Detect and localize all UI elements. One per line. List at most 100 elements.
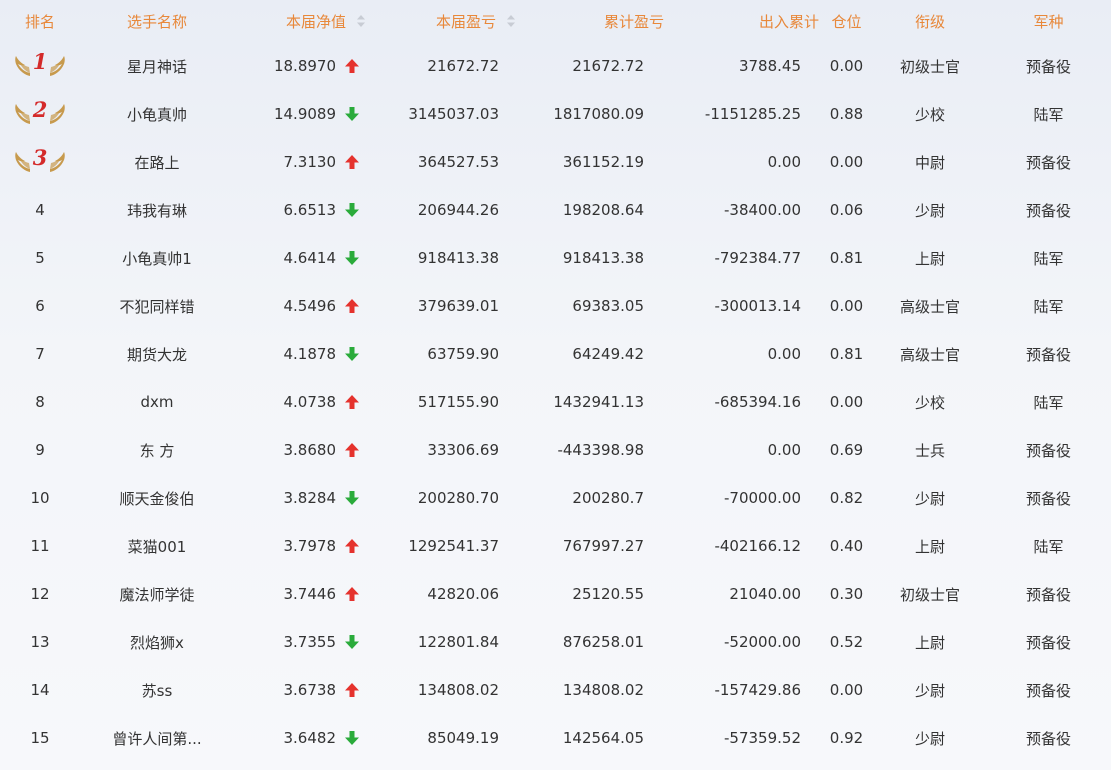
army-value: 预备役: [1025, 729, 1071, 748]
col-header-pnl[interactable]: 本届盈亏: [366, 0, 516, 42]
player-name[interactable]: 顺天金俊伯: [80, 474, 234, 522]
pnl-value: 85049.19: [427, 729, 499, 747]
sort-pnl-button[interactable]: 本届盈亏: [436, 11, 516, 32]
arrow-down-icon: [344, 346, 360, 362]
cum-value: 767997.27: [562, 537, 644, 555]
player-name[interactable]: 魔法师学徒: [80, 570, 234, 618]
arrow-up-icon: [344, 538, 360, 554]
table-row[interactable]: 3 在路上 7.3130 364527.53 361152.19 0.00 0.…: [0, 138, 1111, 186]
table-row[interactable]: 14 苏ss 3.6738 134808.02 134808.02 -15742…: [0, 666, 1111, 714]
flow-value: -402166.12: [714, 537, 801, 555]
rank-cell: 12: [0, 570, 80, 618]
rank-number: 3: [32, 145, 48, 170]
col-header-pos: 仓位: [831, 12, 862, 31]
cum-value: 198208.64: [562, 201, 644, 219]
arrow-up-icon: [344, 58, 360, 74]
flow-value: -792384.77: [714, 249, 801, 267]
cum-value: 25120.55: [572, 585, 644, 603]
rank-cell: 10: [0, 474, 80, 522]
pos-value: 0.81: [829, 345, 864, 363]
grade-value: 上尉: [914, 633, 945, 652]
army-value: 陆军: [1033, 537, 1064, 556]
nav-value: 4.6414: [283, 249, 337, 267]
pnl-value: 134808.02: [417, 681, 499, 699]
player-name[interactable]: dxm: [80, 378, 234, 426]
rank-cell: 5: [0, 234, 80, 282]
rank-number: 2: [32, 97, 48, 122]
table-body: 1 星月神话 18.8970 21672.72 21672.72 3788.45…: [0, 42, 1111, 762]
pos-value: 0.00: [829, 681, 864, 699]
nav-value: 14.9089: [273, 105, 336, 123]
sort-icon: [356, 15, 366, 27]
rank-number: 7: [35, 345, 45, 363]
pnl-value: 1292541.37: [408, 537, 499, 555]
pnl-value: 63759.90: [427, 345, 499, 363]
nav-value: 3.7446: [283, 585, 337, 603]
nav-cell: 3.6482: [234, 714, 366, 762]
pnl-value: 3145037.03: [408, 105, 499, 123]
table-row[interactable]: 10 顺天金俊伯 3.8284 200280.70 200280.7 -7000…: [0, 474, 1111, 522]
army-value: 预备役: [1025, 201, 1071, 220]
nav-cell: 7.3130: [234, 138, 366, 186]
table-row[interactable]: 13 烈焰狮x 3.7355 122801.84 876258.01 -5200…: [0, 618, 1111, 666]
grade-value: 少尉: [914, 681, 945, 700]
pos-value: 0.00: [829, 393, 864, 411]
player-name[interactable]: 星月神话: [80, 42, 234, 90]
rank-cell: 1: [0, 42, 80, 90]
grade-value: 高级士官: [899, 297, 960, 316]
arrow-up-icon: [344, 154, 360, 170]
player-name[interactable]: 玮我有琳: [80, 186, 234, 234]
player-name[interactable]: 烈焰狮x: [80, 618, 234, 666]
pos-value: 0.00: [829, 153, 864, 171]
player-name[interactable]: 小龟真帅1: [80, 234, 234, 282]
player-name[interactable]: 不犯同样错: [80, 282, 234, 330]
nav-value: 6.6513: [283, 201, 337, 219]
table-row[interactable]: 2 小龟真帅 14.9089 3145037.03 1817080.09 -11…: [0, 90, 1111, 138]
nav-value: 4.5496: [283, 297, 337, 315]
player-name[interactable]: 在路上: [80, 138, 234, 186]
flow-value: 0.00: [767, 345, 801, 363]
rank-cell: 11: [0, 522, 80, 570]
table-row[interactable]: 12 魔法师学徒 3.7446 42820.06 25120.55 21040.…: [0, 570, 1111, 618]
nav-cell: 18.8970: [234, 42, 366, 90]
nav-value: 3.7355: [283, 633, 337, 651]
cum-value: 142564.05: [562, 729, 644, 747]
sort-icon: [506, 15, 516, 27]
sort-nav-button[interactable]: 本届净值: [286, 11, 366, 32]
arrow-down-icon: [344, 202, 360, 218]
col-header-nav[interactable]: 本届净值: [234, 0, 366, 42]
table-row[interactable]: 11 菜猫001 3.7978 1292541.37 767997.27 -40…: [0, 522, 1111, 570]
player-name[interactable]: 菜猫001: [80, 522, 234, 570]
table-row[interactable]: 8 dxm 4.0738 517155.90 1432941.13 -68539…: [0, 378, 1111, 426]
arrow-down-icon: [344, 634, 360, 650]
cum-value: 134808.02: [562, 681, 644, 699]
rank-number: 12: [30, 585, 50, 603]
player-name[interactable]: 期货大龙: [80, 330, 234, 378]
player-name[interactable]: 小龟真帅: [80, 90, 234, 138]
table-row[interactable]: 5 小龟真帅1 4.6414 918413.38 918413.38 -7923…: [0, 234, 1111, 282]
army-value: 预备役: [1025, 585, 1071, 604]
army-value: 预备役: [1025, 153, 1071, 172]
player-name[interactable]: 曾许人间第...: [80, 714, 234, 762]
arrow-down-icon: [344, 106, 360, 122]
player-name[interactable]: 东 方: [80, 426, 234, 474]
grade-value: 初级士官: [899, 57, 960, 76]
rank-number: 13: [30, 633, 50, 651]
nav-cell: 3.8284: [234, 474, 366, 522]
table-row[interactable]: 6 不犯同样错 4.5496 379639.01 69383.05 -30001…: [0, 282, 1111, 330]
pnl-value: 379639.01: [417, 297, 499, 315]
table-row[interactable]: 4 玮我有琳 6.6513 206944.26 198208.64 -38400…: [0, 186, 1111, 234]
rank-number: 9: [35, 441, 45, 459]
arrow-down-icon: [344, 730, 360, 746]
army-value: 预备役: [1025, 345, 1071, 364]
rank-number: 4: [35, 201, 45, 219]
flow-value: 21040.00: [729, 585, 801, 603]
rank-cell: 3: [0, 138, 80, 186]
table-row[interactable]: 9 东 方 3.8680 33306.69 -443398.98 0.00 0.…: [0, 426, 1111, 474]
player-name[interactable]: 苏ss: [80, 666, 234, 714]
nav-value: 4.0738: [283, 393, 337, 411]
table-row[interactable]: 15 曾许人间第... 3.6482 85049.19 142564.05 -5…: [0, 714, 1111, 762]
table-row[interactable]: 1 星月神话 18.8970 21672.72 21672.72 3788.45…: [0, 42, 1111, 90]
rank-cell: 2: [0, 90, 80, 138]
table-row[interactable]: 7 期货大龙 4.1878 63759.90 64249.42 0.00 0.8…: [0, 330, 1111, 378]
